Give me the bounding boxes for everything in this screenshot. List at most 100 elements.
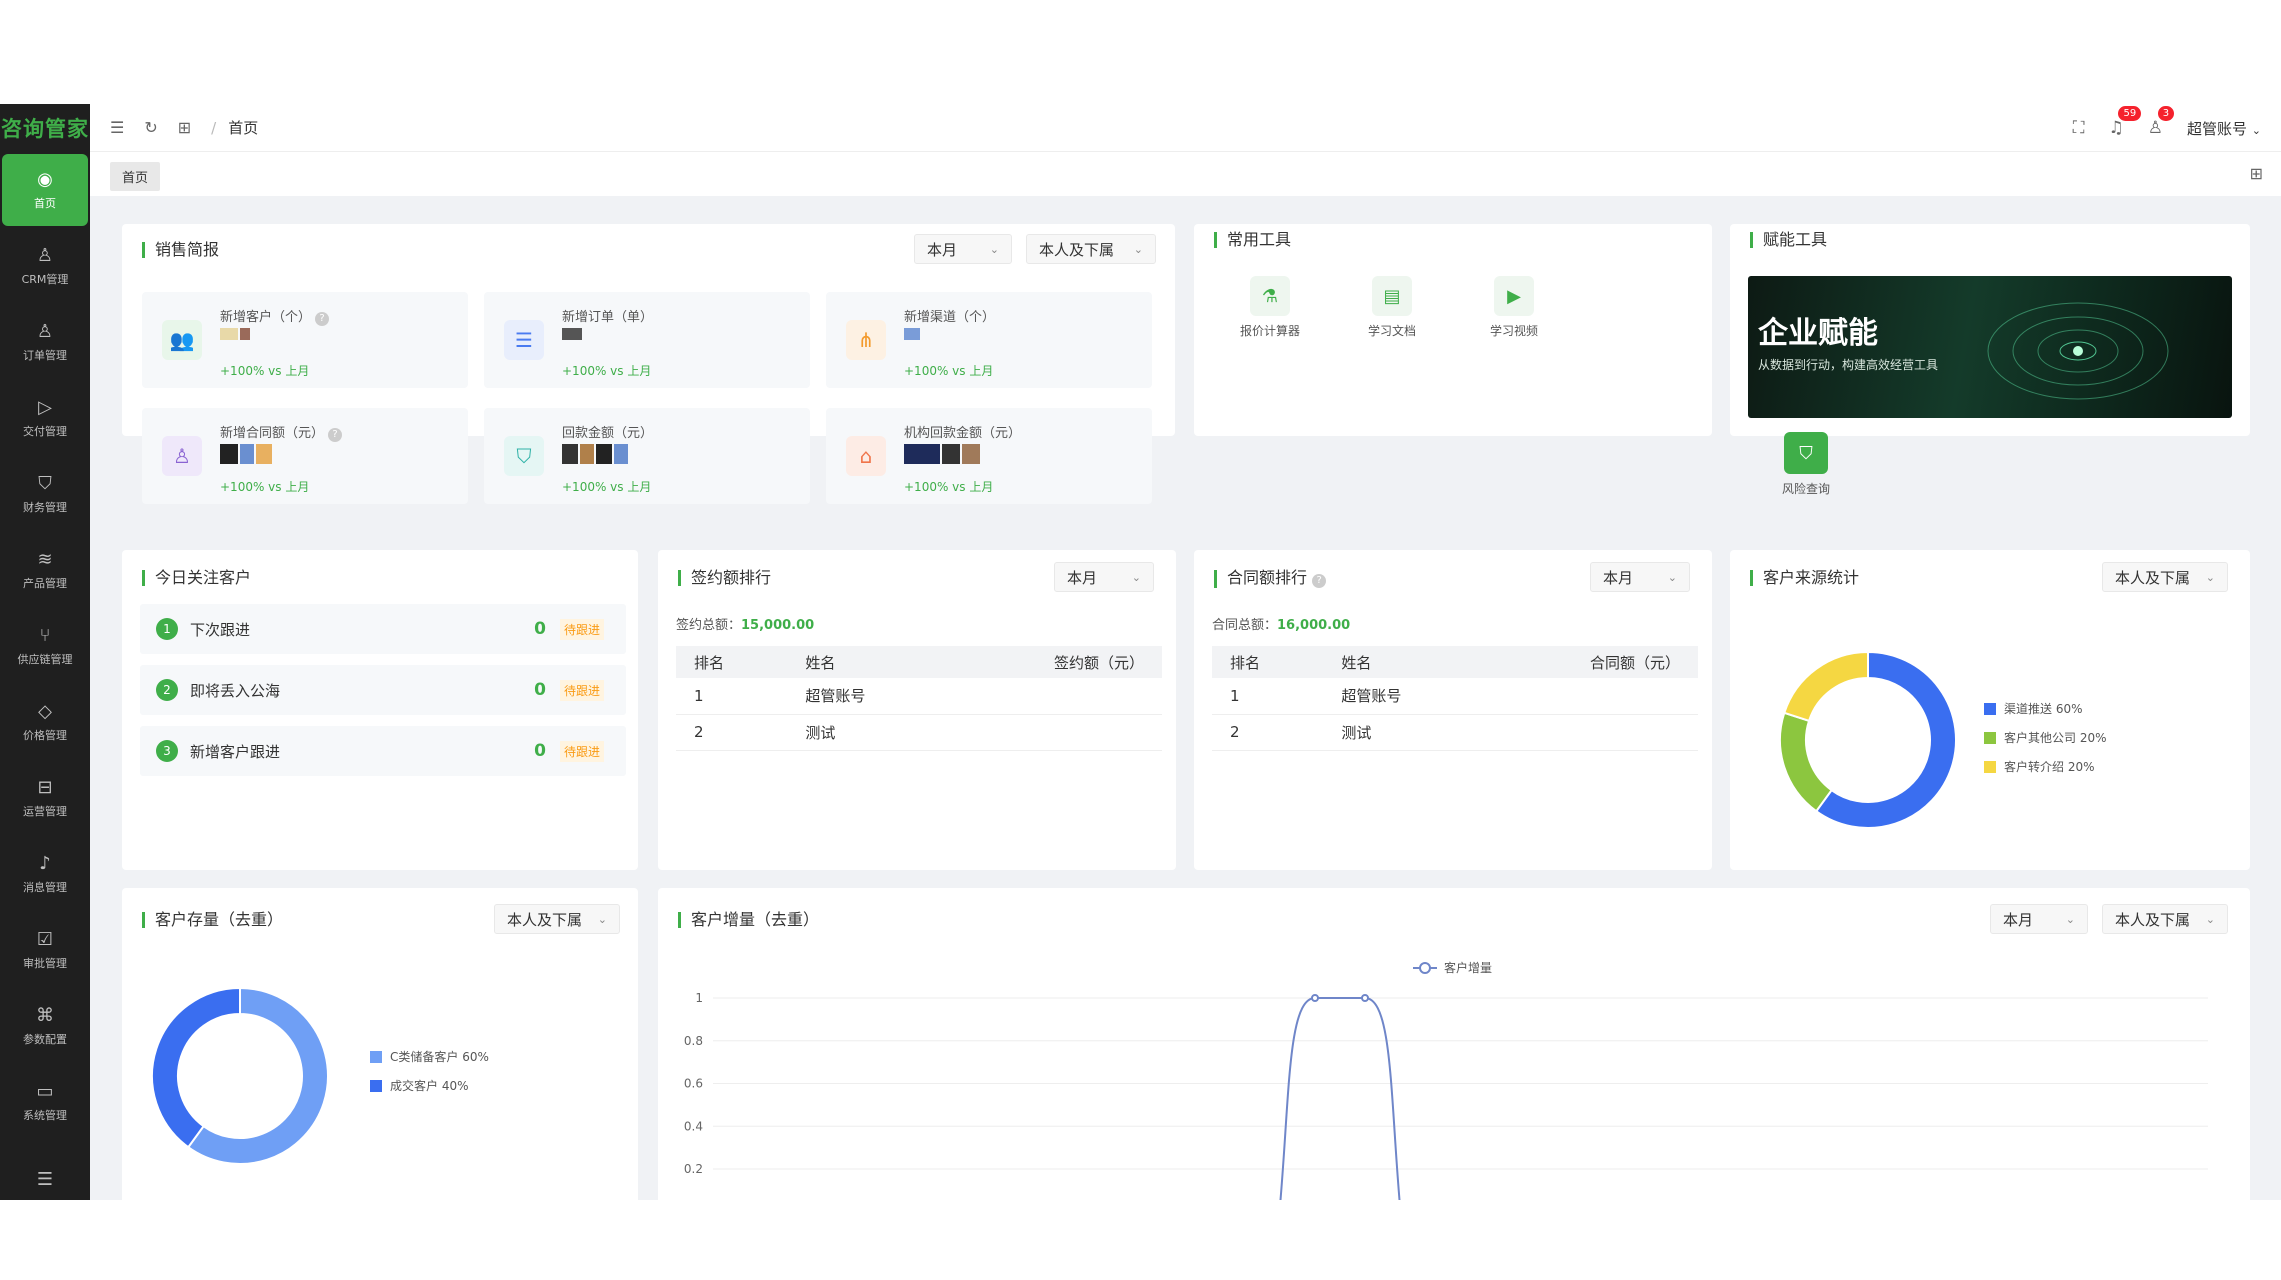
apps-grid-icon[interactable]: ⊞ <box>178 118 191 137</box>
legend-label: 客户转介绍 20% <box>2004 760 2095 774</box>
tool-label: 报价计算器 <box>1239 324 1300 338</box>
legend-item[interactable]: 客户其他公司 20% <box>1984 729 2107 746</box>
sidebar-item-7[interactable]: ◇ 价格管理 <box>2 686 88 758</box>
crm-icon: ♙ <box>36 245 54 266</box>
legend-item[interactable]: C类储备客户 60% <box>370 1048 489 1065</box>
mask-block <box>240 444 254 464</box>
sidebar-item-4[interactable]: ⛉ 财务管理 <box>2 458 88 530</box>
tool-item[interactable]: ▤ 学习文档 <box>1342 276 1442 339</box>
sidebar-item-label: 财务管理 <box>23 501 67 514</box>
help-icon[interactable]: ? <box>315 312 330 326</box>
name-cell: 测试 <box>787 714 950 751</box>
tool-label: 学习文档 <box>1367 324 1416 338</box>
legend-label: 客户增量 <box>1444 960 1492 975</box>
app-frame: 咨询管家 ◉ 首页 ♙ CRM管理 ♙ 订单管理 ▷ 交付管理 ⛉ 财务管理 ≋ 产品管理 ⑂ 供应链管理… <box>0 104 2281 1200</box>
sidebar-item-9[interactable]: ♪ 消息管理 <box>2 838 88 910</box>
donut-slice[interactable] <box>151 986 241 1149</box>
row-count: 0 <box>534 680 546 700</box>
scope-select[interactable]: 本人及下属 ⌄ <box>494 904 620 934</box>
table-header-cell: 姓名 <box>1323 646 1486 678</box>
stat-card[interactable]: ☰ 新增订单（单） +100% vs 上月 <box>484 292 810 388</box>
tabs-grid-icon[interactable]: ⊞ <box>2250 164 2263 183</box>
amount-cell-masked <box>949 678 1162 715</box>
sidebar-item-0[interactable]: ◉ 首页 <box>2 154 88 226</box>
sidebar-item-2[interactable]: ♙ 订单管理 <box>2 306 88 378</box>
total-value: 16,000.00 <box>1277 618 1351 633</box>
follow-row[interactable]: 3 新增客户跟进 0 待跟进 <box>140 726 626 776</box>
row-label: 新增客户跟进 <box>190 742 281 761</box>
stat-card[interactable]: ⌂ 机构回款金额（元） +100% vs 上月 <box>826 408 1152 504</box>
table-header-cell: 合同额（元） <box>1485 646 1698 678</box>
sidebar-item-1[interactable]: ♙ CRM管理 <box>2 230 88 302</box>
legend-marker[interactable] <box>1419 962 1431 974</box>
legend-item[interactable]: 成交客户 40% <box>370 1077 489 1094</box>
legend-swatch <box>1984 702 1996 715</box>
tab-home[interactable]: 首页 <box>110 162 161 191</box>
card-title: 常用工具 <box>1214 232 1291 248</box>
user-menu[interactable]: 超管账号 ⌄ <box>2187 118 2261 139</box>
tool-risk-query[interactable]: ⛉ 风险查询 <box>1756 432 1856 497</box>
follow-row[interactable]: 2 即将丢入公海 0 待跟进 <box>140 665 626 715</box>
notification-bell-icon[interactable]: ♫ 59 <box>2108 106 2142 138</box>
stat-card[interactable]: ⛉ 回款金额（元） +100% vs 上月 <box>484 408 810 504</box>
stat-card[interactable]: ⋔ 新增渠道（个） +100% vs 上月 <box>826 292 1152 388</box>
help-icon[interactable]: ? <box>328 428 343 442</box>
table-row[interactable]: 2 测试 <box>1212 714 1698 751</box>
table-row[interactable]: 1 超管账号 <box>1212 678 1698 715</box>
legend-item[interactable]: 渠道推送 60% <box>1984 700 2107 717</box>
data-point[interactable] <box>1361 994 1369 1002</box>
row-label: 下次跟进 <box>190 620 251 639</box>
donut-slice[interactable] <box>1779 711 1833 813</box>
follow-row[interactable]: 1 下次跟进 0 待跟进 <box>140 604 626 654</box>
menu-collapse-icon[interactable]: ☰ <box>0 1169 90 1190</box>
rank-cell: 2 <box>676 714 788 751</box>
breadcrumb-item[interactable]: 首页 <box>228 119 258 137</box>
stat-label: 回款金额（元） <box>562 422 653 441</box>
table-row[interactable]: 1 超管账号 <box>676 678 1162 715</box>
banner-subtitle: 从数据到行动，构建高效经营工具 <box>1758 358 1939 372</box>
stat-label-text: 新增订单（单） <box>562 310 654 325</box>
stat-card[interactable]: ♙ 新增合同额（元）? +100% vs 上月 <box>142 408 468 504</box>
period-select[interactable]: 本月 ⌄ <box>914 234 1012 264</box>
name-cell: 超管账号 <box>787 678 950 715</box>
data-point[interactable] <box>1311 994 1319 1002</box>
user-name: 超管账号 <box>2186 119 2247 138</box>
sidebar-item-3[interactable]: ▷ 交付管理 <box>2 382 88 454</box>
sidebar-item-5[interactable]: ≋ 产品管理 <box>2 534 88 606</box>
select-value: 本月 <box>1603 568 1634 587</box>
stat-trend: +100% vs 上月 <box>904 364 994 378</box>
message-user-icon[interactable]: ♙ 3 <box>2148 106 2175 138</box>
row-count: 0 <box>534 741 546 761</box>
period-select[interactable]: 本月 ⌄ <box>1054 562 1154 592</box>
help-icon[interactable]: ? <box>1312 574 1327 588</box>
stat-value-masked <box>562 326 582 354</box>
table-row[interactable]: 2 测试 <box>676 714 1162 751</box>
card-title: 赋能工具 <box>1750 232 1827 248</box>
table-header-row: 排名 姓名 签约额（元） <box>676 646 1162 678</box>
tool-item[interactable]: ▶ 学习视频 <box>1464 276 1564 339</box>
contract-rank-table: 排名 姓名 合同额（元） 1 超管账号 2 测试 <box>1212 646 1698 751</box>
scope-select[interactable]: 本人及下属 ⌄ <box>2102 562 2228 592</box>
sidebar-item-10[interactable]: ☑ 审批管理 <box>2 914 88 986</box>
menu-fold-icon[interactable]: ☰ <box>110 118 124 137</box>
sidebar-item-11[interactable]: ⌘ 参数配置 <box>2 990 88 1062</box>
scope-select[interactable]: 本人及下属 ⌄ <box>1026 234 1156 264</box>
sidebar-item-12[interactable]: ▭ 系统管理 <box>2 1066 88 1138</box>
empower-banner[interactable]: 企业赋能 从数据到行动，构建高效经营工具 <box>1748 276 2232 418</box>
operation-icon: ⊟ <box>37 777 53 798</box>
price-tag-icon: ◇ <box>38 701 52 722</box>
tabs-bar: 首页 ⊞ <box>90 152 2281 196</box>
breadcrumb: / 首页 <box>211 119 259 137</box>
period-select[interactable]: 本月 ⌄ <box>1590 562 1690 592</box>
stat-trend: +100% vs 上月 <box>220 480 310 494</box>
stat-card[interactable]: 👥 新增客户（个）? +100% vs 上月 <box>142 292 468 388</box>
donut-slice[interactable] <box>1783 650 1869 723</box>
sidebar-item-8[interactable]: ⊟ 运营管理 <box>2 762 88 834</box>
fullscreen-icon[interactable]: ⛶ <box>2073 118 2085 138</box>
refresh-icon[interactable]: ↻ <box>144 118 157 137</box>
tool-item[interactable]: ⚗ 报价计算器 <box>1220 276 1320 339</box>
legend-item[interactable]: 客户转介绍 20% <box>1984 758 2107 775</box>
name-cell: 超管账号 <box>1323 678 1486 715</box>
sidebar-item-6[interactable]: ⑂ 供应链管理 <box>2 610 88 682</box>
sidebar-item-label: 产品管理 <box>23 577 67 590</box>
